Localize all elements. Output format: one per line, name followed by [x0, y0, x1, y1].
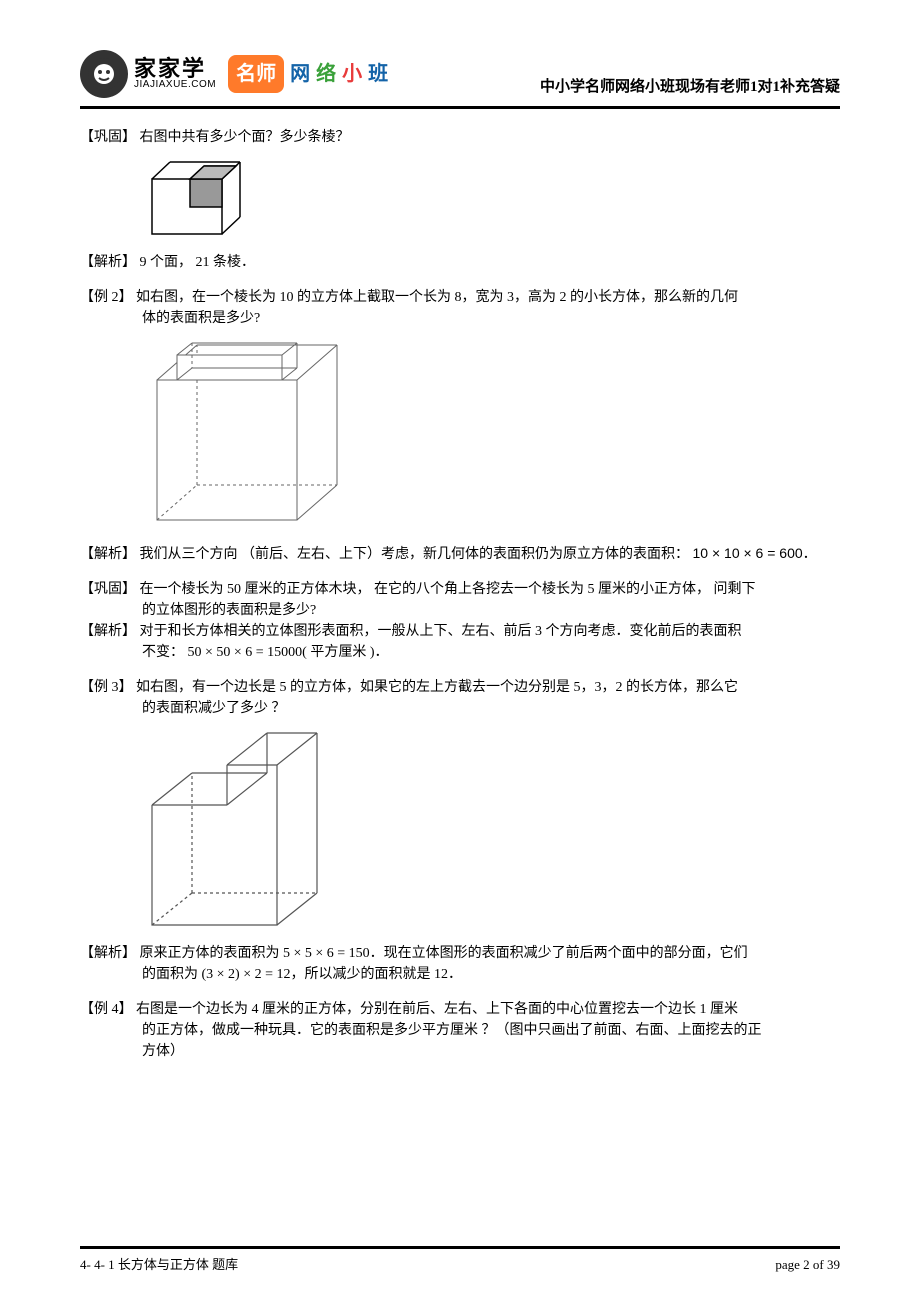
figure-1 — [142, 154, 840, 244]
example-4: 【例 4】 右图是一个边长为 4 厘米的正方体，分别在前后、左右、上下各面的中心… — [80, 999, 840, 1062]
page-footer: 4- 4- 1 长方体与正方体 题库 page 2 of 39 — [80, 1246, 840, 1275]
example-3-line2: 的表面积减少了多少 ？ — [80, 698, 840, 719]
example-2-line2: 体的表面积是多少? — [80, 308, 840, 329]
example-label: 【例 3】 — [80, 680, 133, 695]
header-tagline: 中小学名师网络小班现场有老师1对1补充答疑 — [540, 76, 840, 99]
example-4-line1: 右图是一个边长为 4 厘米的正方体，分别在前后、左右、上下各面的中心位置挖去一个… — [136, 1002, 738, 1017]
logo-block: 家家学 JIAJIAXUE.COM 名师 网 络 小 班 — [80, 50, 388, 98]
example-3: 【例 3】 如右图，有一个边长是 5 的立方体，如果它的左上方截去一个边分别是 … — [80, 677, 840, 985]
analysis-label: 【解析】 — [80, 255, 136, 270]
consolidate-label: 【巩固】 — [80, 130, 136, 145]
example-3-line1: 如右图，有一个边长是 5 的立方体，如果它的左上方截去一个边分别是 5，3，2 … — [136, 680, 738, 695]
consolidate-2-ans-line2: 不变： 50 × 50 × 6 = 15000( 平方厘米 )． — [80, 642, 840, 663]
example-label: 【例 4】 — [80, 1002, 133, 1017]
page-header: 家家学 JIAJIAXUE.COM 名师 网 络 小 班 中小学名师网络小班现场… — [80, 50, 840, 109]
example-3-ans-line1: 原来正方体的表面积为 5 × 5 × 6 = 150．现在立体图形的表面积减少了… — [140, 946, 748, 961]
example-4-line3: 方体） — [80, 1041, 840, 1062]
badge-mingshi: 名师 — [228, 55, 284, 93]
example-2-formula: 10 × 10 × 6 = 600． — [693, 545, 817, 561]
document-page: 家家学 JIAJIAXUE.COM 名师 网 络 小 班 中小学名师网络小班现场… — [0, 0, 920, 1304]
example-3-ans-line2: 的面积为 (3 × 2) × 2 = 12，所以减少的面积就是 12． — [80, 964, 840, 985]
footer-left: 4- 4- 1 长方体与正方体 题库 — [80, 1255, 238, 1275]
consolidate-1-answer: 9 个面， 21 条棱． — [140, 255, 256, 270]
badge-wang: 网 — [290, 59, 310, 89]
example-label: 【例 2】 — [80, 290, 133, 305]
consolidate-1: 【巩固】 右图中共有多少个面？多少条棱？ — [80, 127, 840, 273]
consolidate-1-text: 右图中共有多少个面？多少条棱？ — [140, 130, 350, 145]
consolidate-2-line1: 在一个棱长为 50 厘米的正方体木块， 在它的八个角上各挖去一个棱长为 5 厘米… — [140, 582, 756, 597]
analysis-label: 【解析】 — [80, 624, 136, 639]
analysis-label: 【解析】 — [80, 946, 136, 961]
logo-english-text: JIAJIAXUE.COM — [134, 80, 216, 90]
consolidate-2-line2: 的立体图形的表面积是多少? — [80, 600, 840, 621]
figure-3 — [142, 725, 840, 935]
logo-chinese-text: 家家学 — [134, 58, 216, 80]
example-2: 【例 2】 如右图，在一个棱长为 10 的立方体上截取一个长为 8，宽为 3，高… — [80, 287, 840, 565]
example-4-line2: 的正方体，做成一种玩具．它的表面积是多少平方厘米 ？（图中只画出了前面、右面、上… — [80, 1020, 840, 1041]
analysis-label: 【解析】 — [80, 547, 136, 562]
example-2-answer-text: 我们从三个方向 （前后、左右、上下）考虑，新几何体的表面积仍为原立方体的表面积： — [140, 547, 690, 562]
consolidate-2: 【巩固】 在一个棱长为 50 厘米的正方体木块， 在它的八个角上各挖去一个棱长为… — [80, 579, 840, 663]
badge-luo: 络 — [316, 59, 336, 89]
figure-2 — [142, 335, 840, 535]
badge-ban: 班 — [368, 59, 388, 89]
example-2-line1: 如右图，在一个棱长为 10 的立方体上截取一个长为 8，宽为 3，高为 2 的小… — [136, 290, 738, 305]
footer-right: page 2 of 39 — [775, 1255, 840, 1275]
badge-xiao: 小 — [342, 59, 362, 89]
lion-logo-icon — [80, 50, 128, 98]
consolidate-label: 【巩固】 — [80, 582, 136, 597]
consolidate-2-ans-line1: 对于和长方体相关的立体图形表面积，一般从上下、左右、前后 3 个方向考虑．变化前… — [140, 624, 742, 639]
